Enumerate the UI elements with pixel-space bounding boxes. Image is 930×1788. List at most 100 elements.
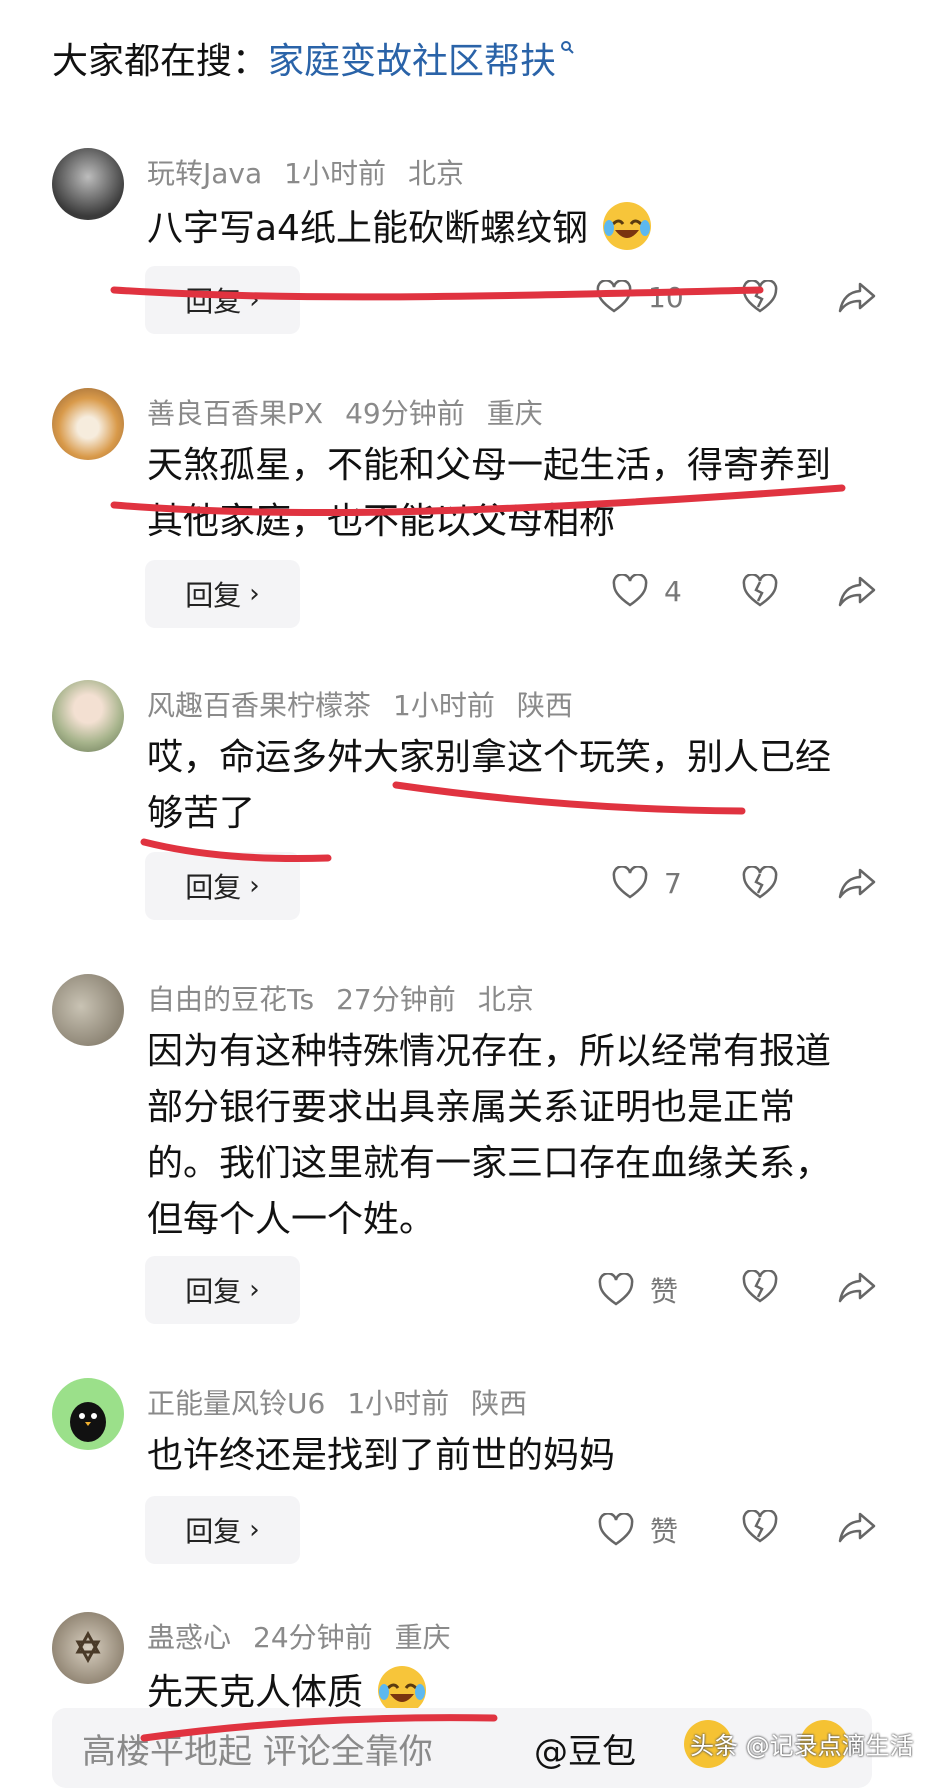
comment-location: 陕西 — [471, 1387, 528, 1420]
comment-location: 陕西 — [516, 689, 573, 722]
chevron-right-icon: › — [249, 285, 260, 315]
broken-heart-icon — [742, 866, 778, 899]
heart-icon — [598, 1513, 634, 1546]
reply-button[interactable]: 回复 › — [145, 852, 300, 920]
comment-text: 先天克人体质 — [147, 1672, 364, 1708]
comment-username[interactable]: 蛊惑心 — [147, 1621, 231, 1654]
mention-button[interactable]: @豆包 — [534, 1724, 636, 1773]
comment-text: 也许终还是找到了前世的妈妈 — [147, 1435, 616, 1476]
avatar[interactable] — [52, 680, 124, 752]
comment-item: 蛊惑心 24分钟前 重庆 先天克人体质 — [0, 1612, 930, 1708]
comment-text: 八字写a4纸上能砍断螺纹钢 — [147, 208, 588, 249]
laughing-crying-emoji-icon — [603, 202, 652, 250]
comment-time: 1小时前 — [284, 157, 386, 190]
bird-avatar-icon — [70, 1402, 106, 1442]
avatar[interactable] — [52, 388, 124, 460]
search-suggestion-bar: 大家都在搜： 家庭变故社区帮扶 — [52, 28, 574, 88]
comment-username[interactable]: 正能量风铃U6 — [147, 1387, 325, 1420]
share-button[interactable] — [838, 1510, 876, 1544]
search-prefix-label: 大家都在搜： — [52, 41, 269, 82]
comment-username[interactable]: 自由的豆花Ts — [147, 983, 314, 1016]
dislike-button[interactable] — [742, 866, 778, 900]
chevron-right-icon: › — [249, 1515, 260, 1545]
comment-item: 正能量风铃U6 1小时前 陕西 也许终还是找到了前世的妈妈 回复 › 赞 — [0, 1378, 930, 1568]
reply-button[interactable]: 回复 › — [145, 1496, 300, 1564]
reply-button-label: 回复 — [185, 1275, 242, 1308]
comment-text-block: 八字写a4纸上能砍断螺纹钢 — [147, 198, 863, 257]
search-suggestion-link[interactable]: 家庭变故社区帮扶 — [268, 32, 556, 84]
comment-location: 重庆 — [486, 397, 543, 430]
chevron-right-icon: › — [249, 579, 260, 609]
dislike-button[interactable] — [742, 280, 778, 314]
comment-time: 1小时前 — [393, 689, 495, 722]
like-button[interactable]: 7 — [612, 866, 682, 900]
dislike-button[interactable] — [742, 1510, 778, 1544]
like-count: 赞 — [650, 1515, 679, 1548]
comment-username[interactable]: 善良百香果PX — [147, 397, 323, 430]
share-button[interactable] — [838, 574, 876, 608]
comment-meta: 玩转Java 1小时前 北京 — [147, 152, 486, 192]
avatar[interactable] — [52, 1612, 124, 1684]
comment-location: 北京 — [477, 983, 534, 1016]
comment-meta: 正能量风铃U6 1小时前 陕西 — [147, 1382, 549, 1422]
heart-icon — [598, 1273, 634, 1306]
comment-item: 善良百香果PX 49分钟前 重庆 天煞孤星，不能和父母一起生活，得寄养到其他家庭，也… — [0, 388, 930, 628]
comment-text: 哎，命运多舛大家别拿这个玩笑，别人已经够苦了 — [147, 737, 832, 834]
heart-icon — [612, 574, 648, 607]
share-button[interactable] — [838, 280, 876, 314]
comment-time: 24分钟前 — [253, 1621, 373, 1654]
reply-button-label: 回复 — [185, 579, 242, 612]
dislike-button[interactable] — [742, 1270, 778, 1304]
comment-text-block: 先天克人体质 — [147, 1662, 863, 1708]
reply-button[interactable]: 回复 › — [145, 266, 300, 334]
watermark: 头条 @记录点滴生活 — [690, 1732, 914, 1760]
comment-text: 因为有这种特殊情况存在，所以经常有报道部分银行要求出具亲属关系证明也是正常的。我… — [147, 1031, 832, 1240]
share-button[interactable] — [838, 1270, 876, 1304]
like-count: 4 — [664, 574, 682, 608]
like-count: 10 — [648, 280, 684, 314]
avatar[interactable] — [52, 974, 124, 1046]
comment-time: 1小时前 — [347, 1387, 450, 1420]
share-arrow-icon — [838, 576, 876, 607]
comment-location: 重庆 — [394, 1621, 451, 1654]
comment-username[interactable]: 玩转Java — [147, 157, 262, 190]
broken-heart-icon — [742, 280, 778, 313]
broken-heart-icon — [742, 574, 778, 607]
heart-icon — [596, 280, 632, 313]
reply-button[interactable]: 回复 › — [145, 1256, 300, 1324]
like-button[interactable]: 赞 — [598, 1510, 678, 1550]
comment-meta: 蛊惑心 24分钟前 重庆 — [147, 1616, 473, 1656]
like-count: 赞 — [650, 1275, 679, 1308]
like-button[interactable]: 4 — [612, 574, 682, 608]
share-arrow-icon — [838, 1512, 876, 1543]
comment-meta: 自由的豆花Ts 27分钟前 北京 — [147, 978, 556, 1018]
chevron-right-icon: › — [249, 871, 260, 901]
comment-time: 27分钟前 — [336, 983, 456, 1016]
dislike-button[interactable] — [742, 574, 778, 608]
share-arrow-icon — [838, 1272, 876, 1303]
reply-button-label: 回复 — [185, 1515, 242, 1548]
comment-location: 北京 — [407, 157, 464, 190]
comment-item: 风趣百香果柠檬茶 1小时前 陕西 哎，命运多舛大家别拿这个玩笑，别人已经够苦了 回复… — [0, 680, 930, 920]
heart-icon — [612, 866, 648, 899]
share-button[interactable] — [838, 866, 876, 900]
reply-button-label: 回复 — [185, 871, 242, 904]
reply-button[interactable]: 回复 › — [145, 560, 300, 628]
comment-input-placeholder[interactable]: 高楼平地起 评论全靠你 — [82, 1724, 433, 1773]
reply-button-label: 回复 — [185, 285, 242, 318]
comment-text: 天煞孤星，不能和父母一起生活，得寄养到其他家庭，也不能以父母相称 — [147, 445, 832, 542]
avatar[interactable] — [52, 1378, 124, 1450]
broken-heart-icon — [742, 1510, 778, 1543]
search-icon[interactable] — [560, 40, 574, 54]
comment-item: 自由的豆花Ts 27分钟前 北京 因为有这种特殊情况存在，所以经常有报道部分银行要求… — [0, 974, 930, 1324]
laughing-crying-emoji-icon — [378, 1666, 427, 1708]
broken-heart-icon — [742, 1270, 778, 1303]
star-of-david-avatar-icon — [75, 1630, 101, 1664]
avatar[interactable] — [52, 148, 124, 220]
like-button[interactable]: 赞 — [598, 1270, 678, 1310]
comment-item: 玩转Java 1小时前 北京 八字写a4纸上能砍断螺纹钢 回复 › 10 — [0, 148, 930, 338]
like-button[interactable]: 10 — [596, 280, 684, 314]
comment-username[interactable]: 风趣百香果柠檬茶 — [147, 689, 371, 722]
like-count: 7 — [664, 866, 682, 900]
chevron-right-icon: › — [249, 1275, 260, 1305]
